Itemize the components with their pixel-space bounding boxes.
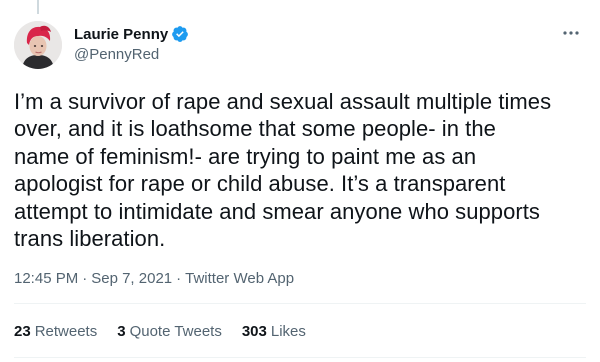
tweet-meta: 12:45 PM · Sep 7, 2021 · Twitter Web App [14,270,294,287]
quote-tweets-label: Quote Tweets [129,323,222,340]
avatar-image [14,21,62,69]
likes-label: Likes [270,323,306,340]
display-name-row: Laurie Penny [74,24,189,44]
tweet-text: I’m a survivor of rape and sexual assaul… [14,89,552,252]
author-handle[interactable]: @PennyRed [74,46,189,63]
tweet-time[interactable]: 12:45 PM [14,270,78,287]
author-display-name[interactable]: Laurie Penny [74,26,168,43]
tweet-date[interactable]: Sep 7, 2021 [91,270,172,287]
retweets-count: 23 [14,323,31,340]
tweet-header: Laurie Penny @PennyRed [14,21,584,69]
quote-tweets-stat[interactable]: 3 Quote Tweets [117,323,222,340]
author-names: Laurie Penny @PennyRed [74,24,189,63]
meta-separator: · [82,270,88,287]
tweet-source[interactable]: Twitter Web App [185,270,294,287]
avatar[interactable] [14,21,62,69]
thread-connector-line [37,0,39,14]
divider [14,357,586,358]
divider [14,303,586,304]
retweets-stat[interactable]: 23 Retweets [14,323,97,340]
engagement-stats: 23 Retweets 3 Quote Tweets 303 Likes [14,323,326,340]
more-options-icon[interactable] [560,23,582,43]
meta-separator: · [176,270,182,287]
likes-count: 303 [241,323,267,340]
likes-stat[interactable]: 303 Likes [242,323,306,340]
quote-tweets-count: 3 [117,323,126,340]
verified-badge-icon [171,25,189,43]
retweets-label: Retweets [34,323,98,340]
